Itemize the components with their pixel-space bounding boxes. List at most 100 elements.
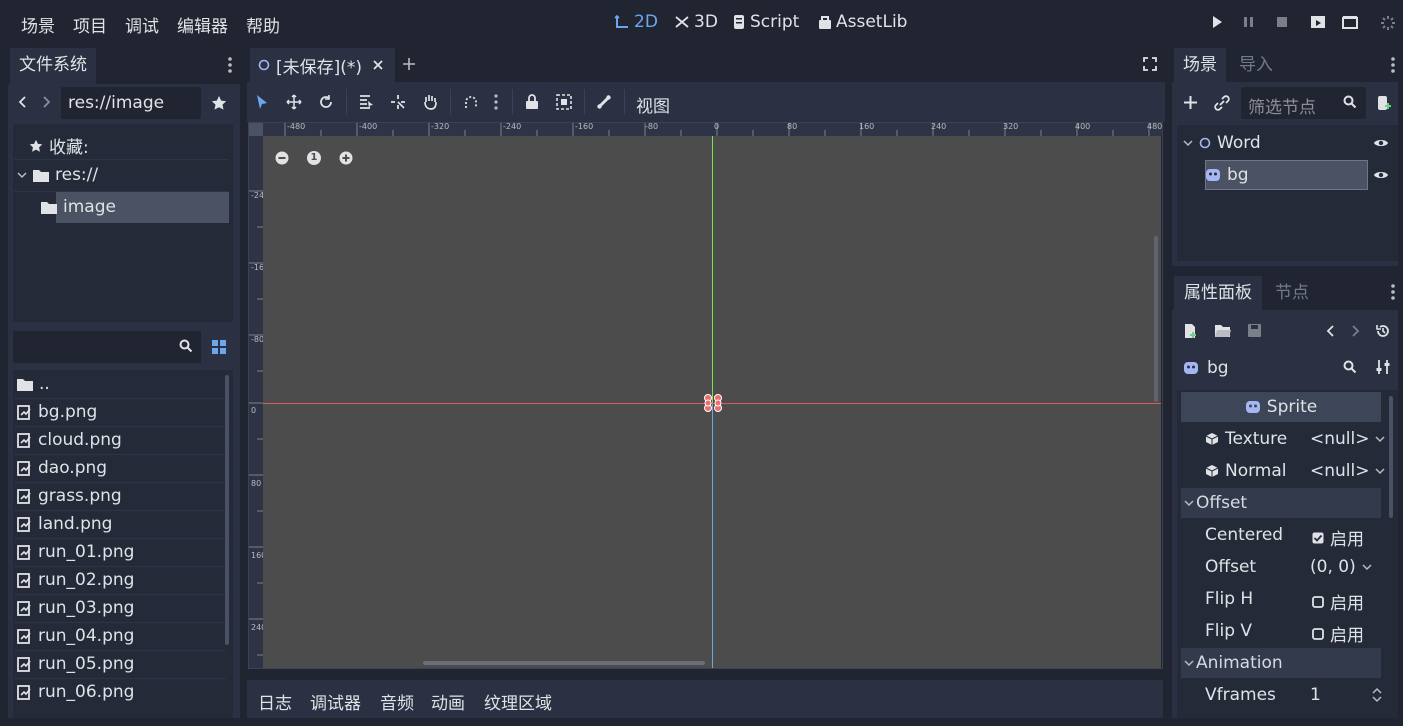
pivot-tool-icon[interactable] [390,94,406,110]
filesystem-menu-icon[interactable] [224,56,236,76]
tree-item-res[interactable]: res:// [17,165,98,185]
rotate-tool-icon[interactable] [318,94,334,110]
tab-scene[interactable]: 场景 [1174,48,1226,82]
zoom-in-icon[interactable] [339,151,353,165]
move-tool-icon[interactable] [286,94,302,110]
list-item[interactable]: run_06.png [17,679,134,705]
tab-filesystem[interactable]: 文件系统 [10,48,96,84]
play-scene-button[interactable] [1310,15,1326,29]
snap-icon[interactable] [463,94,479,110]
list-item[interactable]: grass.png [17,483,122,509]
pause-button[interactable] [1243,15,1255,29]
tree-item-bg[interactable]: bg [1205,165,1249,185]
tab-animation[interactable]: 动画 [431,689,465,714]
view-menu[interactable]: 视图 [636,92,670,117]
menu-editor[interactable]: 编辑器 [177,12,228,37]
select-tool-icon[interactable] [255,94,269,110]
menu-project[interactable]: 项目 [73,12,107,37]
list-item[interactable]: land.png [17,511,112,537]
history-icon[interactable] [1375,323,1391,339]
canvas-horizontal-scrollbar[interactable] [423,661,705,665]
menu-scene[interactable]: 场景 [21,12,55,37]
back-arrow-icon[interactable] [17,94,29,110]
list-item[interactable]: run_04.png [17,623,134,649]
inspector-menu-icon[interactable] [1387,283,1399,303]
bone-icon[interactable] [596,94,612,110]
node-origin-icon[interactable] [703,393,723,413]
offset-section-header[interactable]: Offset [1181,488,1381,518]
forward-arrow-icon[interactable] [40,94,52,110]
centered-checkbox[interactable]: 启用 [1312,525,1364,550]
tree-item-image[interactable]: image [41,197,116,217]
list-item[interactable]: cloud.png [17,427,122,453]
sprite-icon [1205,167,1221,183]
tab-audio[interactable]: 音频 [380,689,414,714]
flip-h-checkbox[interactable]: 启用 [1312,589,1364,614]
vframes-spinbox[interactable]: 1 [1310,685,1382,705]
divider [584,89,585,115]
canvas-vertical-scrollbar[interactable] [1154,236,1158,402]
history-forward-icon[interactable] [1349,323,1361,339]
tab-texture-region[interactable]: 纹理区域 [484,689,552,714]
workspace-3d-tab[interactable]: 3D [674,12,718,32]
menu-help[interactable]: 帮助 [246,12,280,37]
instance-scene-icon[interactable] [1214,95,1230,111]
scene-tab[interactable]: [未保存](*) [250,48,395,82]
save-icon[interactable] [1247,323,1262,338]
list-item[interactable]: dao.png [17,455,107,481]
file-search-input[interactable] [13,331,201,363]
list-item[interactable]: run_03.png [17,595,134,621]
stop-button[interactable] [1275,15,1289,29]
workspace-2d-tab[interactable]: 2D [614,12,658,32]
flip-v-checkbox[interactable]: 启用 [1312,621,1364,646]
close-icon[interactable] [372,59,384,71]
menu-debug[interactable]: 调试 [125,12,159,37]
zoom-reset-button[interactable]: 1 [307,151,321,165]
lock-icon[interactable] [525,94,539,110]
tab-inspector[interactable]: 属性面板 [1174,276,1262,310]
visibility-eye-icon[interactable] [1373,136,1389,150]
object-properties-icon[interactable] [1375,359,1391,375]
list-item[interactable]: .. [17,371,50,397]
open-folder-icon[interactable] [1215,324,1231,338]
inspector-scrollbar[interactable] [1389,396,1393,518]
visibility-eye-icon[interactable] [1373,168,1389,182]
animation-section-header[interactable]: Animation [1181,648,1381,678]
list-select-icon[interactable] [358,94,374,110]
fullscreen-icon[interactable] [1143,57,1157,71]
list-item[interactable]: bg.png [17,399,97,425]
add-tab-icon[interactable] [402,57,416,71]
grid-view-icon[interactable] [212,340,226,354]
snap-options-icon[interactable] [491,94,501,110]
history-back-icon[interactable] [1325,323,1337,339]
tab-log[interactable]: 日志 [258,689,292,714]
attach-script-icon[interactable] [1376,95,1392,111]
workspace-script-tab[interactable]: Script [732,12,799,32]
add-node-icon[interactable] [1183,95,1198,110]
favorite-star-icon[interactable] [211,95,227,111]
play-button[interactable] [1211,15,1223,29]
favorites-item[interactable]: 收藏: [29,133,89,158]
scene-dock-menu-icon[interactable] [1387,56,1399,76]
canvas-viewport[interactable] [263,136,1161,668]
normal-value[interactable]: <null> [1310,461,1386,481]
list-item[interactable]: run_05.png [17,651,134,677]
play-custom-scene-button[interactable] [1342,15,1358,29]
pan-tool-icon[interactable] [422,93,438,110]
spinner-arrows-icon[interactable] [1372,687,1382,703]
texture-value[interactable]: <null> [1310,429,1386,449]
zoom-out-icon[interactable] [275,151,289,165]
tree-item-word[interactable]: Word [1183,133,1261,153]
path-field[interactable]: res://image [61,87,201,119]
group-icon[interactable] [556,94,572,110]
tab-node[interactable]: 节点 [1275,276,1309,310]
inspector-object[interactable]: bg [1183,358,1229,378]
search-icon[interactable] [1343,360,1357,374]
workspace-assetlib-tab[interactable]: AssetLib [818,12,907,32]
new-resource-icon[interactable] [1183,323,1198,339]
tab-debugger[interactable]: 调试器 [310,689,361,714]
list-item[interactable]: run_01.png [17,539,134,565]
list-item[interactable]: run_02.png [17,567,134,593]
offset-value[interactable]: (0, 0) [1310,557,1372,577]
tab-import[interactable]: 导入 [1239,48,1273,82]
